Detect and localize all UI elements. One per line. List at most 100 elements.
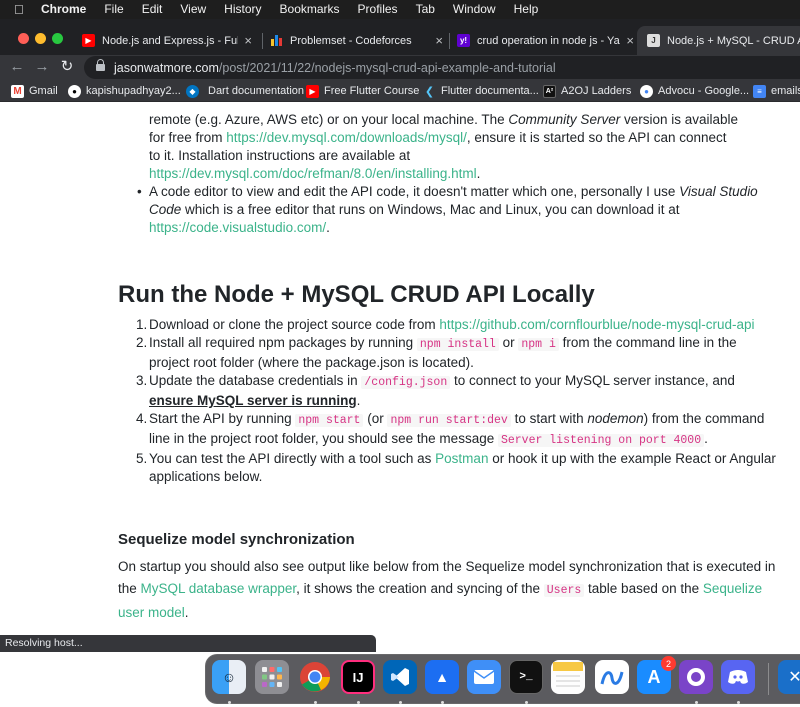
- text-fragment: remote (e.g. Azure, AWS etc) or on your …: [149, 112, 509, 127]
- gmail-icon: M: [11, 84, 24, 98]
- bookmark-emails[interactable]: ≡ emails: [753, 83, 800, 99]
- menu-tab[interactable]: Tab: [416, 0, 435, 19]
- menu-history[interactable]: History: [224, 0, 261, 19]
- bookmark-label: kapishupadhyay2...: [86, 85, 181, 97]
- github-repo-link[interactable]: https://github.com/cornflourblue/node-my…: [439, 317, 754, 332]
- intellij-icon[interactable]: IJ: [341, 660, 375, 694]
- text-fragment: A code editor to view and edit the API c…: [149, 184, 680, 199]
- launchpad-icon[interactable]: [255, 660, 289, 694]
- mysql-wrapper-link[interactable]: MySQL database wrapper: [141, 581, 297, 596]
- xcode-icon[interactable]: ▲: [425, 660, 459, 694]
- close-tab-icon[interactable]: ×: [244, 33, 252, 48]
- app-store-icon[interactable]: A 2: [637, 656, 676, 694]
- minimize-window-button[interactable]: [35, 33, 46, 44]
- close-app-icon[interactable]: ✕: [778, 660, 800, 694]
- tab-codeforces[interactable]: Problemset - Codeforces ×: [270, 26, 443, 55]
- reload-button[interactable]: ↻: [57, 57, 77, 77]
- text-fragment: Download or clone the project source cod…: [149, 317, 440, 332]
- zoom-window-button[interactable]: [52, 33, 63, 44]
- text-fragment: .: [326, 220, 330, 235]
- text-fragment: Install all required npm packages by run…: [149, 335, 417, 350]
- text-fragment: table based on the: [584, 581, 703, 596]
- running-indicator: [441, 701, 444, 704]
- bookmarks-bar: M Gmail ● kapishupadhyay2... ◆ Dart docu…: [0, 80, 800, 102]
- tab-jasonwatmore-active[interactable]: J Node.js + MySQL - CRUD API E: [637, 26, 800, 55]
- bookmark-label: Gmail: [29, 85, 58, 97]
- list-item: A code editor to view and edit the API c…: [118, 183, 778, 237]
- text-fragment: .: [476, 166, 481, 181]
- community-server-em: Community Server: [508, 112, 621, 127]
- web-page: remote (e.g. Azure, AWS etc) or on your …: [0, 103, 800, 707]
- mysql-downloads-link[interactable]: https://dev.mysql.com/downloads/mysql/: [226, 130, 467, 145]
- config-json-code: /config.json: [361, 376, 451, 389]
- bookmark-label: Dart documentation: [208, 85, 304, 97]
- tab-nodejs-express[interactable]: ▶ Node.js and Express.js - Full C ×: [82, 26, 252, 55]
- run-steps-list: 1. Download or clone the project source c…: [118, 316, 778, 486]
- bookmark-dart[interactable]: ◆ Dart documentation: [186, 83, 304, 99]
- close-window-button[interactable]: [18, 33, 29, 44]
- text-fragment: Start the API by running: [149, 411, 296, 426]
- bookmark-gmail[interactable]: M Gmail: [11, 83, 58, 99]
- tab-title: Problemset - Codeforces: [290, 34, 412, 47]
- bookmark-github[interactable]: ● kapishupadhyay2...: [68, 83, 181, 99]
- apple-icon[interactable]: : [14, 2, 34, 17]
- list-number: 5.: [136, 451, 148, 466]
- address-bar[interactable]: jasonwatmore.com/post/2021/11/22/nodejs-…: [84, 56, 800, 79]
- menu-view[interactable]: View: [180, 0, 206, 19]
- bookmark-label: A2OJ Ladders: [561, 85, 632, 97]
- menu-profiles[interactable]: Profiles: [358, 0, 398, 19]
- mail-icon[interactable]: [467, 660, 501, 694]
- tab-yahoo-search[interactable]: y! crud operation in node js - Yah ×: [457, 26, 634, 55]
- subsection-title: Sequelize model synchronization: [118, 531, 355, 548]
- text-fragment: to it. Installation instructions are ava…: [149, 148, 411, 163]
- dock-separator: [768, 663, 769, 695]
- bookmark-label: Advocu - Google...: [658, 85, 750, 97]
- close-tab-icon[interactable]: ×: [435, 33, 443, 48]
- mysql-install-docs-link[interactable]: https://dev.mysql.com/doc/refman/8.0/en/…: [149, 166, 477, 181]
- macos-menu-bar:  Chrome File Edit View History Bookmark…: [0, 0, 800, 19]
- text-fragment: which is a free editor that runs on Wind…: [181, 202, 680, 217]
- text-fragment: .: [184, 605, 189, 620]
- vscode-link[interactable]: https://code.visualstudio.com/: [149, 220, 326, 235]
- discord-icon[interactable]: [721, 660, 755, 694]
- menu-window[interactable]: Window: [453, 0, 496, 19]
- chrome-icon[interactable]: [298, 660, 332, 694]
- freeform-icon[interactable]: [595, 660, 629, 694]
- github-icon: ●: [68, 84, 81, 98]
- tab-separator: [262, 33, 263, 49]
- forward-button[interactable]: →: [32, 57, 52, 77]
- vscode-icon[interactable]: [383, 660, 417, 694]
- browser-toolbar: ← → ↻ jasonwatmore.com/post/2021/11/22/n…: [0, 55, 800, 80]
- prerequisite-mysql-text: remote (e.g. Azure, AWS etc) or on your …: [149, 111, 789, 183]
- bookmark-flutter-docs[interactable]: ❮ Flutter documenta...: [423, 83, 539, 99]
- nodemon-em: nodemon: [587, 411, 644, 426]
- text-fragment: .: [704, 431, 708, 446]
- notes-icon[interactable]: [551, 660, 585, 694]
- finder-icon[interactable]: ☺: [212, 660, 246, 694]
- running-indicator: [357, 701, 360, 704]
- terminal-icon[interactable]: >_: [509, 660, 543, 694]
- text-fragment: , it shows the creation and syncing of t…: [296, 581, 544, 596]
- list-item: 5. You can test the API directly with a t…: [118, 450, 778, 486]
- menu-help[interactable]: Help: [514, 0, 539, 19]
- postman-link[interactable]: Postman: [435, 451, 488, 466]
- lock-icon[interactable]: [96, 59, 105, 72]
- bookmark-flutter-course[interactable]: ▶ Free Flutter Course: [306, 83, 419, 99]
- text-fragment: to connect to your MySQL server instance…: [450, 373, 735, 388]
- github-desktop-icon[interactable]: [679, 660, 713, 694]
- bookmark-a2oj[interactable]: A² A2OJ Ladders: [543, 83, 631, 99]
- menu-app-chrome[interactable]: Chrome: [41, 0, 86, 19]
- menu-file[interactable]: File: [104, 0, 123, 19]
- npm-install-code: npm install: [416, 338, 499, 351]
- list-number: 2.: [136, 335, 148, 350]
- bookmark-label: Free Flutter Course: [324, 85, 420, 97]
- close-tab-icon[interactable]: ×: [626, 33, 634, 48]
- npm-start-code: npm start: [295, 414, 364, 427]
- list-number: 3.: [136, 373, 148, 388]
- bookmark-advocu[interactable]: ● Advocu - Google...: [640, 83, 749, 99]
- text-fragment: for free from: [149, 130, 227, 145]
- menu-edit[interactable]: Edit: [142, 0, 163, 19]
- back-button[interactable]: ←: [7, 57, 27, 77]
- text-fragment: .: [356, 393, 361, 408]
- menu-bookmarks[interactable]: Bookmarks: [280, 0, 340, 19]
